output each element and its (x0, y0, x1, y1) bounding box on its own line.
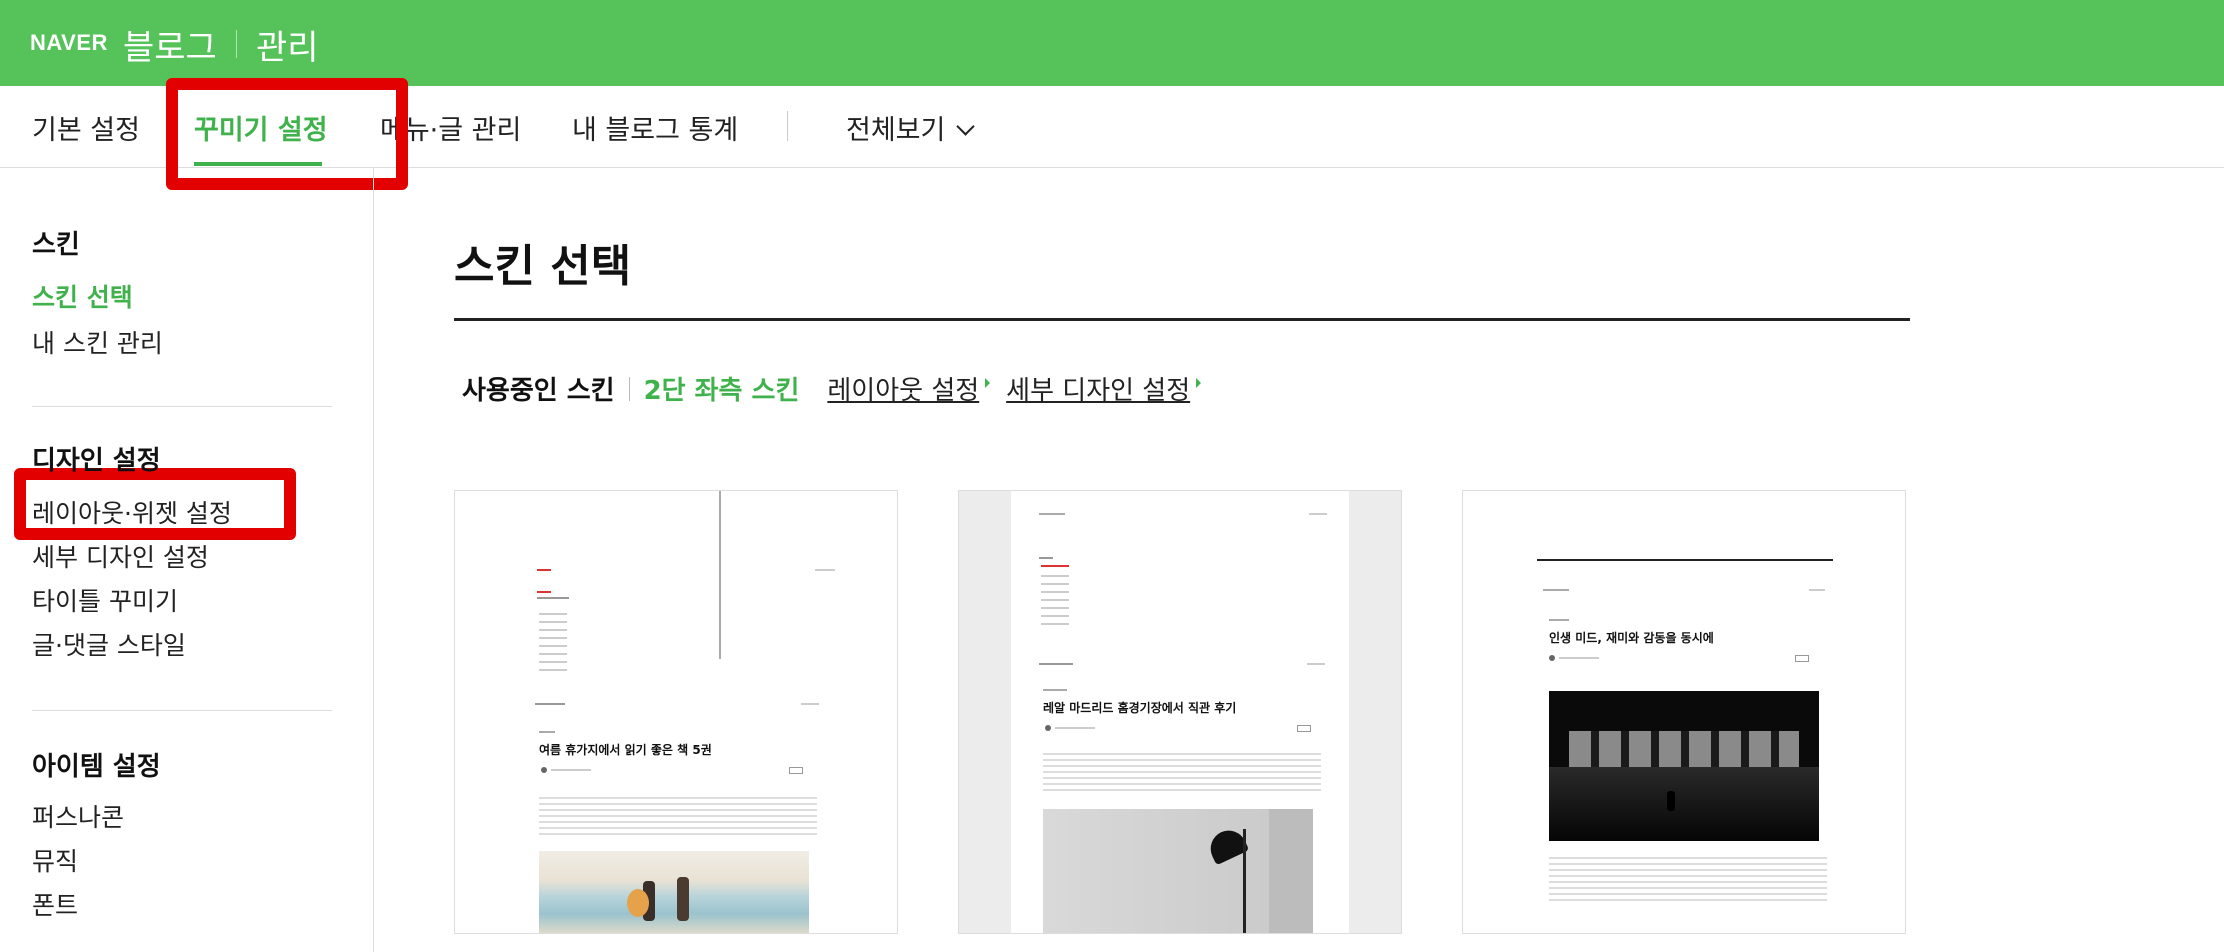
blog-link[interactable]: 블로그 (123, 20, 217, 69)
sidebar-item-layout-widget[interactable]: 레이아웃·위젯 설정 (32, 494, 232, 530)
skin-card[interactable]: 여름 휴가지에서 읽기 좋은 책 5권 (454, 490, 898, 934)
tab-view-all[interactable]: 전체보기 (846, 108, 976, 147)
mini-avatar (1045, 725, 1051, 731)
sidebar-item-title-decor[interactable]: 타이틀 꾸미기 (32, 582, 178, 618)
tab-divider (787, 111, 788, 141)
image-figure (677, 877, 689, 921)
sidebar-divider (32, 406, 332, 407)
current-skin-name: 2단 좌측 스킨 (643, 376, 800, 406)
current-skin-row: 사용중인 스킨 2단 좌측 스킨 레이아웃 설정 세부 디자인 설정 (462, 370, 1217, 407)
mini-category-label (1549, 619, 1569, 621)
sidebar-item-personacon[interactable]: 퍼스나콘 (32, 798, 124, 834)
arrow-right-icon (985, 377, 991, 388)
sidebar-section-skin: 스킨 (32, 230, 80, 260)
current-skin-divider (628, 376, 630, 401)
mini-category-label (1043, 689, 1067, 691)
preview-post-title: 레알 마드리드 홈경기장에서 직관 후기 (1043, 701, 1237, 715)
mini-menu-list (539, 613, 567, 673)
mini-category (537, 591, 551, 593)
card-side-bg (959, 491, 1011, 933)
tab-navigation: 기본 설정 꾸미기 설정 메뉴·글 관리 내 블로그 통계 전체보기 (0, 86, 2224, 168)
image-figure (1667, 791, 1675, 811)
page-title: 스킨 선택 (454, 241, 632, 292)
preview-post-title: 여름 휴가지에서 읽기 좋은 책 5권 (539, 743, 712, 757)
top-header-bar: NAVER 블로그 관리 (0, 0, 2224, 86)
mini-line (1039, 557, 1053, 559)
mini-line (815, 569, 835, 571)
detail-design-link[interactable]: 세부 디자인 설정 (1006, 370, 1190, 407)
image-wall (1269, 809, 1313, 933)
mini-line (1559, 657, 1599, 659)
current-skin-label: 사용중인 스킨 (462, 376, 615, 406)
mini-button (789, 767, 803, 774)
sidebar-item-font[interactable]: 폰트 (32, 886, 78, 922)
mini-menu-list (1041, 575, 1069, 631)
mini-button (1297, 725, 1311, 732)
skin-card[interactable]: 인생 미드, 재미와 감동을 동시에 (1462, 490, 1906, 934)
sidebar-section-design: 디자인 설정 (32, 446, 161, 476)
preview-image (1043, 809, 1313, 933)
preview-image (539, 851, 809, 933)
layout-settings-link[interactable]: 레이아웃 설정 (827, 370, 979, 407)
active-tab-indicator (194, 162, 322, 166)
sidebar-section-items: 아이템 설정 (32, 752, 161, 782)
sidebar-item-detail-design[interactable]: 세부 디자인 설정 (32, 538, 209, 574)
tab-blog-statistics[interactable]: 내 블로그 통계 (572, 108, 738, 147)
image-windows (1569, 731, 1799, 767)
mini-line (551, 769, 591, 771)
naver-logo[interactable]: NAVER (30, 30, 108, 56)
mini-line (1039, 663, 1073, 665)
preview-post-title: 인생 미드, 재미와 감동을 동시에 (1549, 631, 1714, 645)
mini-logo (537, 569, 551, 571)
sidebar-item-skin-select[interactable]: 스킨 선택 (32, 278, 133, 314)
mini-category (1041, 565, 1069, 567)
sidebar-item-post-comment-style[interactable]: 글·댓글 스타일 (32, 626, 186, 662)
arrow-right-icon (1196, 377, 1202, 388)
sidebar-divider (32, 710, 332, 711)
mini-line (535, 703, 565, 705)
mini-body-text (1043, 753, 1321, 793)
mini-line (1809, 589, 1825, 591)
mini-body-text (539, 797, 817, 837)
card-side-bg (1349, 491, 1401, 933)
chevron-down-icon (956, 117, 976, 136)
mini-body-text (1549, 857, 1827, 901)
mini-avatar (1549, 655, 1555, 661)
mini-button (1795, 655, 1809, 662)
mini-line (537, 597, 569, 599)
sidebar-item-my-skin[interactable]: 내 스킨 관리 (32, 324, 163, 360)
mini-line (801, 703, 819, 705)
manage-title[interactable]: 관리 (256, 20, 319, 69)
header-divider (236, 30, 237, 58)
image-floor (1549, 767, 1819, 841)
mini-category-label (539, 731, 555, 733)
mini-line (1543, 589, 1569, 591)
mini-line (1039, 513, 1065, 515)
preview-image (1549, 691, 1819, 841)
title-rule (454, 318, 1910, 321)
card-top-rule (1537, 559, 1833, 561)
card-vertical-line (719, 491, 721, 659)
mini-line (1055, 727, 1095, 729)
mini-avatar (541, 767, 547, 773)
sidebar: 스킨 스킨 선택 내 스킨 관리 디자인 설정 레이아웃·위젯 설정 세부 디자… (0, 168, 374, 952)
sidebar-item-music[interactable]: 뮤직 (32, 842, 78, 878)
skin-card[interactable]: 레알 마드리드 홈경기장에서 직관 후기 (958, 490, 1402, 934)
mini-line (1307, 663, 1325, 665)
tab-basic-settings[interactable]: 기본 설정 (32, 108, 140, 147)
tab-view-all-label: 전체보기 (846, 115, 946, 146)
tab-menu-post-management[interactable]: 메뉴·글 관리 (380, 108, 521, 147)
image-lamp-pole (1243, 829, 1246, 933)
mini-line (1309, 513, 1327, 515)
tab-decoration-settings[interactable]: 꾸미기 설정 (194, 108, 328, 147)
image-surfboard (627, 889, 649, 917)
